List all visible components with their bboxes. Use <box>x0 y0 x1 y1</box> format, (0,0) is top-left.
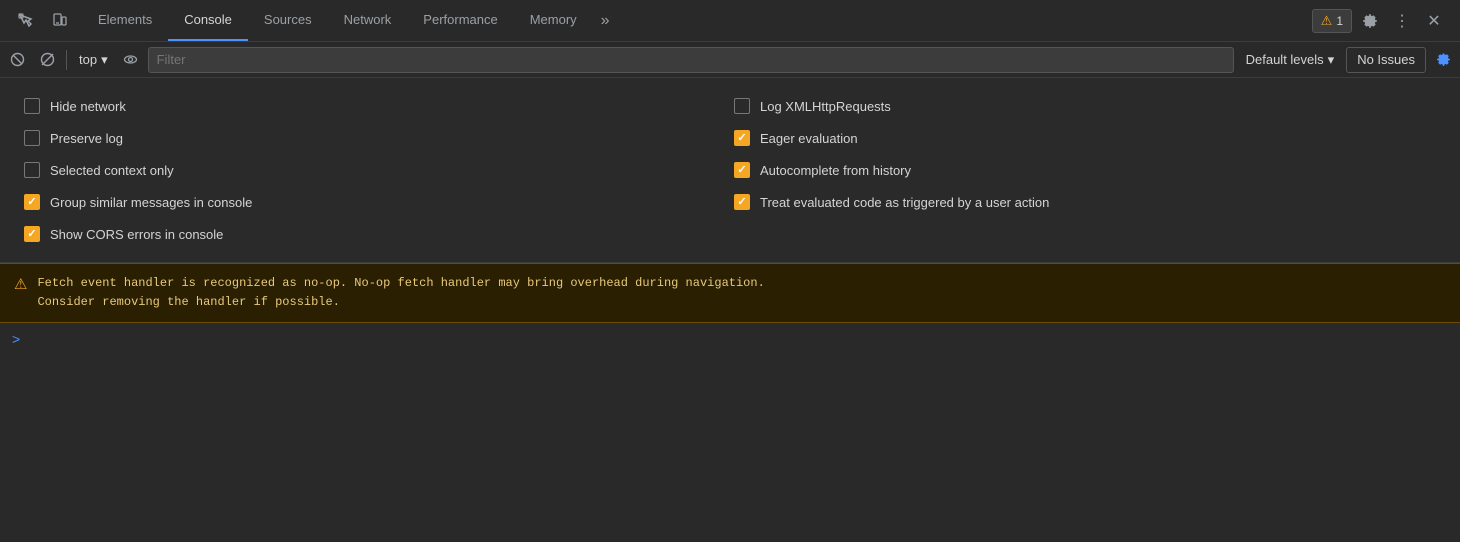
settings-left-col: Hide network Preserve log Selected conte… <box>20 90 730 250</box>
tab-icons <box>4 7 82 35</box>
more-options-button[interactable]: ⋮ <box>1388 7 1416 35</box>
hide-network-label: Hide network <box>50 99 126 114</box>
log-xmlhttprequests-label: Log XMLHttpRequests <box>760 99 891 114</box>
warning-line-1: Fetch event handler is recognized as no-… <box>37 276 764 290</box>
selected-context-label: Selected context only <box>50 163 174 178</box>
autocomplete-history-checkbox-row[interactable]: Autocomplete from history <box>730 154 1440 186</box>
tabs: Elements Console Sources Network Perform… <box>82 0 1304 41</box>
eager-evaluation-checkbox-row[interactable]: Eager evaluation <box>730 122 1440 154</box>
filter-input[interactable] <box>148 47 1234 73</box>
tab-memory[interactable]: Memory <box>514 0 593 41</box>
inspect-icon[interactable] <box>12 7 40 35</box>
more-tabs-button[interactable]: » <box>593 12 618 30</box>
eager-evaluation-label: Eager evaluation <box>760 131 858 146</box>
treat-evaluated-checkbox[interactable] <box>734 194 750 210</box>
close-devtools-button[interactable]: ✕ <box>1420 7 1448 35</box>
log-xmlhttprequests-checkbox-row[interactable]: Log XMLHttpRequests <box>730 90 1440 122</box>
show-cors-checkbox[interactable] <box>24 226 40 242</box>
levels-label: Default levels <box>1246 52 1324 67</box>
context-chevron: ▾ <box>101 52 108 68</box>
tab-bar: Elements Console Sources Network Perform… <box>0 0 1460 42</box>
group-similar-checkbox[interactable] <box>24 194 40 210</box>
tab-elements[interactable]: Elements <box>82 0 168 41</box>
context-label: top <box>79 52 97 67</box>
warning-message-text: Fetch event handler is recognized as no-… <box>37 274 764 312</box>
levels-chevron: ▾ <box>1328 52 1335 68</box>
warning-count-badge[interactable]: ⚠ 1 <box>1312 9 1352 33</box>
warning-icon: ⚠ <box>1321 13 1333 29</box>
group-similar-checkbox-row[interactable]: Group similar messages in console <box>20 186 730 218</box>
show-cors-label: Show CORS errors in console <box>50 227 223 242</box>
tab-performance[interactable]: Performance <box>407 0 513 41</box>
console-settings-button[interactable] <box>1430 47 1456 73</box>
clear-console-button[interactable] <box>4 47 30 73</box>
show-cors-checkbox-row[interactable]: Show CORS errors in console <box>20 218 730 250</box>
selected-context-checkbox-row[interactable]: Selected context only <box>20 154 730 186</box>
tab-bar-right: ⚠ 1 ⋮ ✕ <box>1304 7 1456 35</box>
preserve-log-checkbox-row[interactable]: Preserve log <box>20 122 730 154</box>
group-similar-label: Group similar messages in console <box>50 195 252 210</box>
warning-message-row: ⚠ Fetch event handler is recognized as n… <box>0 263 1460 323</box>
eye-button[interactable] <box>118 47 144 73</box>
no-issues-button[interactable]: No Issues <box>1346 47 1426 73</box>
autocomplete-history-label: Autocomplete from history <box>760 163 911 178</box>
warning-triangle-icon: ⚠ <box>14 275 27 293</box>
console-toolbar: top ▾ Default levels ▾ No Issues <box>0 42 1460 78</box>
console-settings-panel: Hide network Preserve log Selected conte… <box>0 78 1460 263</box>
warning-line-2: Consider removing the handler if possibl… <box>37 295 339 309</box>
hide-network-checkbox-row[interactable]: Hide network <box>20 90 730 122</box>
log-xmlhttprequests-checkbox[interactable] <box>734 98 750 114</box>
log-levels-dropdown[interactable]: Default levels ▾ <box>1238 50 1343 70</box>
hide-network-checkbox[interactable] <box>24 98 40 114</box>
treat-evaluated-checkbox-row[interactable]: Treat evaluated code as triggered by a u… <box>730 186 1440 218</box>
preserve-log-label: Preserve log <box>50 131 123 146</box>
console-input[interactable] <box>28 332 1448 347</box>
device-icon[interactable] <box>46 7 74 35</box>
console-prompt-icon: > <box>12 331 20 347</box>
context-selector[interactable]: top ▾ <box>73 50 114 70</box>
selected-context-checkbox[interactable] <box>24 162 40 178</box>
autocomplete-history-checkbox[interactable] <box>734 162 750 178</box>
settings-button[interactable] <box>1356 7 1384 35</box>
console-input-line: > <box>0 323 1460 355</box>
toolbar-divider <box>66 50 67 70</box>
eager-evaluation-checkbox[interactable] <box>734 130 750 146</box>
stop-recording-button[interactable] <box>34 47 60 73</box>
warning-count: 1 <box>1336 14 1343 28</box>
settings-right-col: Log XMLHttpRequests Eager evaluation Aut… <box>730 90 1440 250</box>
treat-evaluated-label: Treat evaluated code as triggered by a u… <box>760 195 1049 210</box>
tab-sources[interactable]: Sources <box>248 0 328 41</box>
tab-console[interactable]: Console <box>168 0 248 41</box>
tab-network[interactable]: Network <box>328 0 408 41</box>
preserve-log-checkbox[interactable] <box>24 130 40 146</box>
